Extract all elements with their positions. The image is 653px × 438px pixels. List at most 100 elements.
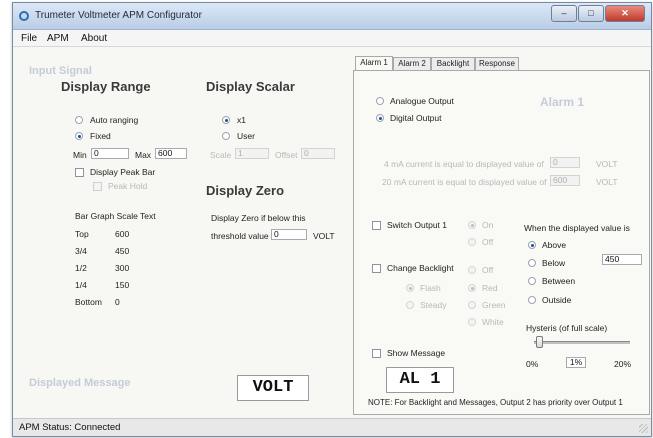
above-radio[interactable] <box>528 241 536 249</box>
switch-off-radio[interactable] <box>468 238 476 246</box>
app-icon <box>19 11 29 21</box>
menu-file[interactable]: File <box>21 33 37 44</box>
main-panel: Input Signal Displayed Message Display R… <box>13 47 651 418</box>
steady-radio[interactable] <box>406 301 414 309</box>
hysteresis-slider-track[interactable] <box>534 341 630 344</box>
tab-backlight[interactable]: Backlight <box>431 57 475 70</box>
hysteresis-label: Hysteris (of full scale) <box>526 323 608 333</box>
minimize-button[interactable]: – <box>551 5 577 22</box>
priority-note: NOTE: For Backlight and Messages, Output… <box>368 398 623 407</box>
bar-graph-row-value[interactable]: 600 <box>115 229 129 239</box>
hysteresis-min-label: 0% <box>526 359 539 369</box>
fixed-radio[interactable] <box>75 132 83 140</box>
ma20-unit: VOLT <box>596 177 618 187</box>
switch-off-label: Off <box>482 237 494 247</box>
user-radio[interactable] <box>222 132 230 140</box>
bar-graph-heading: Bar Graph Scale Text <box>75 211 156 221</box>
bar-graph-row-label: Top <box>75 229 89 239</box>
alarm-1-panel: Alarm 1 Analogue Output Digital Output 4… <box>353 70 650 415</box>
threshold-label: threshold value <box>211 231 269 241</box>
alarm-message-preview[interactable]: AL 1 <box>386 367 454 393</box>
white-radio[interactable] <box>468 318 476 326</box>
close-button[interactable]: ✕ <box>605 5 645 22</box>
ma20-input[interactable]: 600 <box>550 175 580 186</box>
caption-buttons: – □ ✕ <box>551 5 645 22</box>
bar-graph-row-value[interactable]: 150 <box>115 280 129 290</box>
hysteresis-slider-thumb[interactable] <box>535 336 543 348</box>
menu-bar: File APM About <box>13 30 651 47</box>
bar-graph-row-label: 3/4 <box>75 246 87 256</box>
green-radio[interactable] <box>468 301 476 309</box>
digital-output-radio[interactable] <box>376 114 384 122</box>
auto-ranging-radio[interactable] <box>75 116 83 124</box>
outside-radio[interactable] <box>528 296 536 304</box>
threshold-unit: VOLT <box>313 231 335 241</box>
backlight-off-radio[interactable] <box>468 266 476 274</box>
analogue-output-label: Analogue Output <box>390 96 454 106</box>
red-label: Red <box>482 283 498 293</box>
below-label: Below <box>542 258 566 268</box>
display-peak-bar-label: Display Peak Bar <box>90 167 156 177</box>
hysteresis-value-box[interactable]: 1% <box>566 357 586 368</box>
peak-hold-checkbox[interactable] <box>93 182 102 191</box>
app-window: Trumeter Voltmeter APM Configurator – □ … <box>12 2 652 437</box>
digital-output-label: Digital Output <box>390 113 442 123</box>
max-input[interactable]: 600 <box>155 148 187 159</box>
switch-output-checkbox[interactable] <box>372 221 381 230</box>
white-label: White <box>482 317 504 327</box>
red-radio[interactable] <box>468 284 476 292</box>
flash-label: Flash <box>420 283 441 293</box>
show-message-checkbox[interactable] <box>372 349 381 358</box>
between-label: Between <box>542 276 576 286</box>
status-text: APM Status: Connected <box>19 422 121 433</box>
ma20-label: 20 mA current is equal to displayed valu… <box>382 177 547 187</box>
threshold-input[interactable]: 0 <box>271 229 307 240</box>
menu-apm[interactable]: APM <box>47 33 69 44</box>
hysteresis-max-label: 20% <box>614 359 632 369</box>
display-zero-heading: Display Zero <box>206 183 285 198</box>
flash-radio[interactable] <box>406 284 414 292</box>
switch-on-label: On <box>482 220 494 230</box>
resize-grip-icon[interactable] <box>639 424 648 433</box>
x1-label: x1 <box>237 115 246 125</box>
tab-alarm-1[interactable]: Alarm 1 <box>355 56 393 70</box>
scale-input[interactable]: 1 <box>235 148 269 159</box>
title-bar[interactable]: Trumeter Voltmeter APM Configurator – □ … <box>13 3 651 30</box>
status-bar: APM Status: Connected <box>13 418 651 436</box>
tab-alarm-2[interactable]: Alarm 2 <box>393 57 431 70</box>
displayed-message-preview[interactable]: VOLT <box>237 375 309 401</box>
analogue-output-radio[interactable] <box>376 97 384 105</box>
bar-graph-row-label: Bottom <box>75 297 102 307</box>
threshold-value-input[interactable]: 450 <box>602 254 642 265</box>
bar-graph-row-value[interactable]: 450 <box>115 246 129 256</box>
min-label: Min <box>73 150 87 160</box>
ma4-label: 4 mA current is equal to displayed value… <box>384 159 544 169</box>
auto-ranging-label: Auto ranging <box>90 115 139 125</box>
display-peak-bar-checkbox[interactable] <box>75 168 84 177</box>
tab-response[interactable]: Response <box>475 57 519 70</box>
outside-label: Outside <box>542 295 572 305</box>
switch-output-label: Switch Output 1 <box>387 220 448 230</box>
change-backlight-checkbox[interactable] <box>372 264 381 273</box>
window-title: Trumeter Voltmeter APM Configurator <box>35 10 202 21</box>
green-label: Green <box>482 300 506 310</box>
maximize-button[interactable]: □ <box>578 5 604 22</box>
switch-on-radio[interactable] <box>468 221 476 229</box>
x1-radio[interactable] <box>222 116 230 124</box>
user-label: User <box>237 131 255 141</box>
below-radio[interactable] <box>528 259 536 267</box>
between-radio[interactable] <box>528 277 536 285</box>
offset-input[interactable]: 0 <box>301 148 335 159</box>
bar-graph-row-label: 1/4 <box>75 280 87 290</box>
min-input[interactable]: 0 <box>91 148 129 159</box>
above-label: Above <box>542 240 567 250</box>
menu-about[interactable]: About <box>81 33 107 44</box>
show-message-label: Show Message <box>387 348 446 358</box>
bar-graph-row-value[interactable]: 300 <box>115 263 129 273</box>
change-backlight-label: Change Backlight <box>387 263 454 273</box>
display-zero-text: Display Zero if below this <box>211 213 306 223</box>
ma4-input[interactable]: 0 <box>550 157 580 168</box>
offset-label: Offset <box>275 150 298 160</box>
bar-graph-row-value[interactable]: 0 <box>115 297 120 307</box>
ma4-unit: VOLT <box>596 159 618 169</box>
